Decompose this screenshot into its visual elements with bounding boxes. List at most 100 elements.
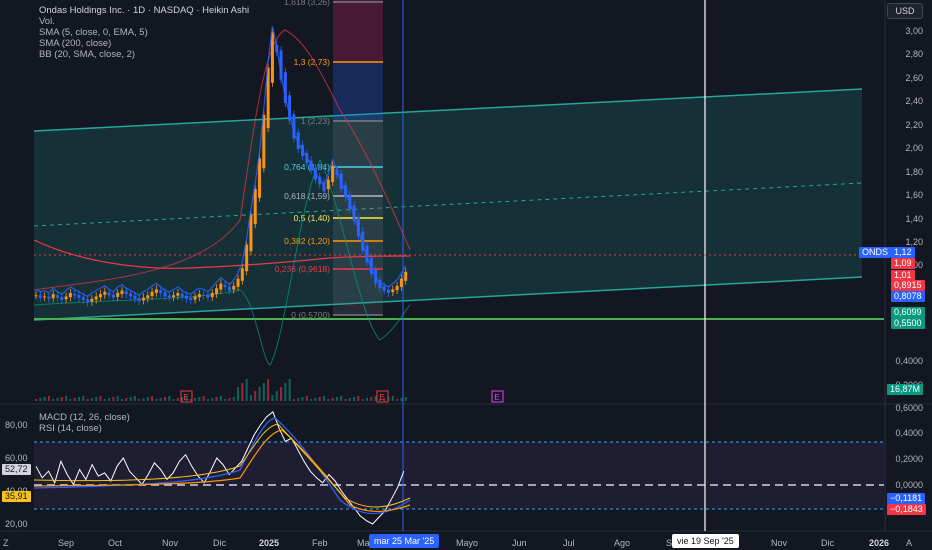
volume-bar	[232, 397, 235, 401]
indicator-volume[interactable]: Vol.	[39, 16, 249, 27]
candle-body	[326, 179, 330, 190]
volume-bar	[267, 379, 270, 401]
volume-bar	[133, 396, 136, 401]
auto-scale-button[interactable]: A	[906, 538, 912, 548]
candle-body	[73, 293, 77, 296]
candle-body	[90, 298, 94, 302]
volume-bar	[318, 397, 321, 401]
indicator-rsi[interactable]: RSI (14, close)	[39, 423, 130, 434]
candle-body	[129, 293, 133, 297]
fib-level-label: 0,382 (1,20)	[284, 236, 330, 246]
candle-body	[202, 294, 206, 296]
volume-bar	[168, 396, 171, 401]
candle-body	[399, 278, 403, 287]
volume-bar	[357, 396, 360, 401]
volume-bar	[219, 396, 222, 401]
macd-signal-tag: −0,1843	[887, 504, 926, 515]
volume-bar	[400, 398, 403, 401]
currency-button[interactable]: USD	[887, 3, 923, 19]
candle-body	[249, 215, 253, 252]
price-axis-label: 3,00	[905, 26, 923, 36]
time-label: Mayo	[456, 538, 479, 548]
candle-body	[227, 286, 231, 291]
volume-bar	[176, 398, 179, 401]
volume-bar	[340, 396, 343, 401]
price-tag: 0,8078	[891, 291, 925, 302]
candle-body	[184, 295, 188, 299]
candle-body	[111, 294, 115, 298]
volume-bar	[344, 399, 347, 401]
symbol-title[interactable]: Ondas Holdings Inc. · 1D · NASDAQ · Heik…	[39, 5, 249, 16]
macd-axis-label: 0,4000	[895, 428, 923, 438]
earnings-marker-label: E	[494, 393, 499, 402]
volume-bar	[146, 397, 149, 401]
volume-bar	[262, 383, 265, 401]
candle-body	[180, 293, 184, 297]
indicator-bb[interactable]: BB (20, SMA, close, 2)	[39, 49, 249, 60]
volume-bar	[60, 397, 63, 401]
rsi-axis-label: 20,00	[5, 519, 28, 529]
candle-body	[258, 158, 262, 198]
volume-bar	[314, 398, 317, 401]
candle-body	[253, 189, 257, 225]
indicator-sma5[interactable]: SMA (5, close, 0, EMA, 5)	[39, 27, 249, 38]
indicator-sma200[interactable]: SMA (200, close)	[39, 38, 249, 49]
candle-body	[107, 292, 111, 296]
chart-svg[interactable]: 3,00 2,80 2,60 2,40 2,20 2,00 1,80 1,60 1,40 1,20…	[0, 0, 932, 550]
time-label: Dic	[821, 538, 834, 548]
rsi-value-tag: 52,72	[2, 464, 31, 475]
volume-bar	[95, 397, 98, 401]
candle-body	[236, 278, 240, 287]
volume-bar	[47, 396, 50, 401]
earnings-marker-label: E	[379, 393, 384, 402]
volume-bar	[258, 387, 261, 401]
volume-bar	[202, 396, 205, 401]
price-axis-label: 1,40	[905, 214, 923, 224]
candle-body	[210, 292, 214, 298]
candle-body	[219, 283, 223, 290]
fib-zone-top	[333, 0, 383, 62]
indicator-macd[interactable]: MACD (12, 26, close)	[39, 412, 130, 423]
candle-body	[124, 291, 128, 295]
candle-body	[387, 289, 391, 293]
volume-bar	[39, 398, 42, 401]
candle-body	[391, 289, 395, 293]
volume-bar	[189, 399, 192, 401]
candle-body	[116, 292, 120, 297]
volume-bar	[35, 399, 37, 401]
price-axis-label: 2,00	[905, 143, 923, 153]
price-axis-label: 2,40	[905, 96, 923, 106]
lower-pane-legend: MACD (12, 26, close) RSI (14, close)	[39, 412, 130, 434]
candle-body	[55, 295, 59, 298]
candle-body	[223, 285, 227, 288]
candle-body	[86, 299, 90, 303]
macd-axis-label: 0,0000	[895, 480, 923, 490]
candle-body	[215, 288, 219, 294]
candle-body	[133, 295, 137, 299]
candle-body	[163, 292, 167, 297]
price-axis-label: 1,80	[905, 167, 923, 177]
rsi-axis-label: 60,00	[5, 453, 28, 463]
time-label: Jun	[512, 538, 527, 548]
time-label: Sep	[58, 538, 75, 548]
fib-level-label: 0 (0,5700)	[291, 310, 330, 320]
candle-body	[197, 294, 201, 298]
volume-tag: 16,87M	[887, 384, 924, 395]
candle-body	[68, 292, 72, 298]
chart-canvas[interactable]: 3,00 2,80 2,60 2,40 2,20 2,00 1,80 1,60 1,40 1,20…	[0, 0, 932, 550]
price-axis-label: 0,4000	[895, 356, 923, 366]
volume-bar	[275, 391, 278, 401]
candle-body	[172, 295, 176, 298]
volume-bar	[331, 398, 334, 401]
scale-z-label[interactable]: Z	[3, 538, 9, 548]
volume-bar	[155, 399, 158, 401]
volume-bar	[99, 396, 102, 401]
time-label: Jul	[563, 538, 575, 548]
fib-level-label: 1 (2,23)	[301, 116, 330, 126]
fib-level-label: 0,5 (1,40)	[294, 213, 331, 223]
candle-body	[94, 296, 98, 300]
candle-body	[43, 296, 47, 298]
candle-body	[189, 298, 193, 301]
volume-bar	[288, 379, 291, 401]
volume-bar	[348, 398, 351, 401]
